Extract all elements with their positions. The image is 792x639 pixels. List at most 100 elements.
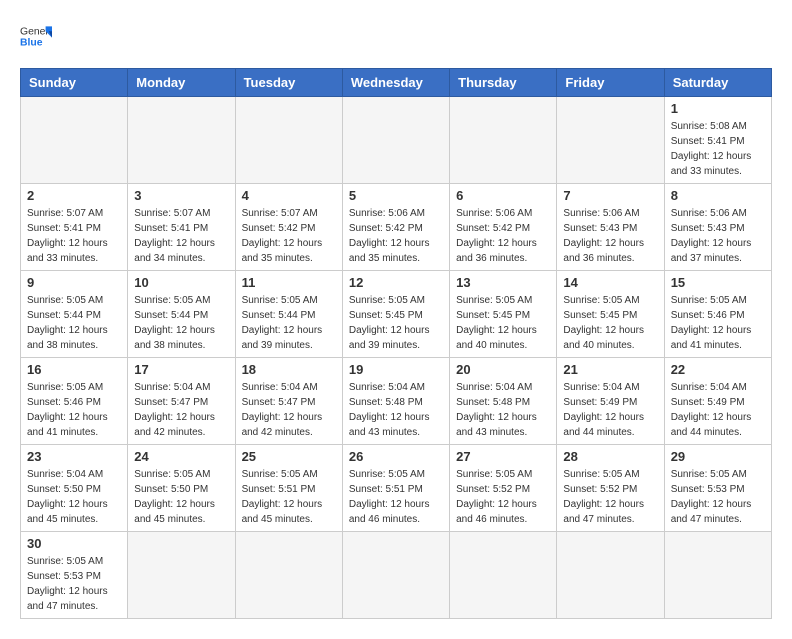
day-info: Sunrise: 5:07 AMSunset: 5:41 PMDaylight:… — [134, 206, 228, 266]
calendar-cell — [557, 97, 664, 184]
weekday-header: Saturday — [664, 69, 771, 97]
calendar-cell: 22 Sunrise: 5:04 AMSunset: 5:49 PMDayligh… — [664, 358, 771, 445]
calendar-cell: 3 Sunrise: 5:07 AMSunset: 5:41 PMDaylight… — [128, 184, 235, 271]
weekday-header: Wednesday — [342, 69, 449, 97]
calendar-week-row: 9 Sunrise: 5:05 AMSunset: 5:44 PMDaylight… — [21, 271, 772, 358]
day-number: 6 — [456, 188, 550, 203]
calendar-cell: 1Sunrise: 5:08 AMSunset: 5:41 PMDaylight… — [664, 97, 771, 184]
weekday-header: Thursday — [450, 69, 557, 97]
day-info: Sunrise: 5:06 AMSunset: 5:43 PMDaylight:… — [563, 206, 657, 266]
day-info: Sunrise: 5:05 AMSunset: 5:46 PMDaylight:… — [27, 380, 121, 440]
day-number: 30 — [27, 536, 121, 551]
day-info: Sunrise: 5:04 AMSunset: 5:48 PMDaylight:… — [456, 380, 550, 440]
day-number: 18 — [242, 362, 336, 377]
day-number: 20 — [456, 362, 550, 377]
calendar-week-row: 23 Sunrise: 5:04 AMSunset: 5:50 PMDayligh… — [21, 445, 772, 532]
day-number: 10 — [134, 275, 228, 290]
day-number: 9 — [27, 275, 121, 290]
day-info: Sunrise: 5:05 AMSunset: 5:44 PMDaylight:… — [242, 293, 336, 353]
day-number: 7 — [563, 188, 657, 203]
day-info: Sunrise: 5:04 AMSunset: 5:47 PMDaylight:… — [134, 380, 228, 440]
calendar-cell: 7 Sunrise: 5:06 AMSunset: 5:43 PMDaylight… — [557, 184, 664, 271]
calendar-cell: 6 Sunrise: 5:06 AMSunset: 5:42 PMDaylight… — [450, 184, 557, 271]
calendar-cell — [21, 97, 128, 184]
day-number: 23 — [27, 449, 121, 464]
calendar-cell: 25 Sunrise: 5:05 AMSunset: 5:51 PMDayligh… — [235, 445, 342, 532]
calendar-cell: 12 Sunrise: 5:05 AMSunset: 5:45 PMDayligh… — [342, 271, 449, 358]
day-info: Sunrise: 5:05 AMSunset: 5:44 PMDaylight:… — [134, 293, 228, 353]
calendar-cell: 5Sunrise: 5:06 AMSunset: 5:42 PMDaylight… — [342, 184, 449, 271]
day-info: Sunrise: 5:04 AMSunset: 5:48 PMDaylight:… — [349, 380, 443, 440]
day-number: 21 — [563, 362, 657, 377]
calendar-cell: 13 Sunrise: 5:05 AMSunset: 5:45 PMDayligh… — [450, 271, 557, 358]
day-info: Sunrise: 5:05 AMSunset: 5:50 PMDaylight:… — [134, 467, 228, 527]
calendar-week-row: 16 Sunrise: 5:05 AMSunset: 5:46 PMDayligh… — [21, 358, 772, 445]
day-info: Sunrise: 5:04 AMSunset: 5:50 PMDaylight:… — [27, 467, 121, 527]
day-number: 29 — [671, 449, 765, 464]
calendar-cell: 18Sunrise: 5:04 AMSunset: 5:47 PMDayligh… — [235, 358, 342, 445]
day-number: 3 — [134, 188, 228, 203]
day-number: 27 — [456, 449, 550, 464]
day-info: Sunrise: 5:07 AMSunset: 5:41 PMDaylight:… — [27, 206, 121, 266]
day-info: Sunrise: 5:08 AMSunset: 5:41 PMDaylight:… — [671, 119, 765, 179]
day-info: Sunrise: 5:05 AMSunset: 5:45 PMDaylight:… — [349, 293, 443, 353]
calendar-cell — [128, 97, 235, 184]
calendar-table: SundayMondayTuesdayWednesdayThursdayFrid… — [20, 68, 772, 619]
day-number: 2 — [27, 188, 121, 203]
day-info: Sunrise: 5:05 AMSunset: 5:52 PMDaylight:… — [563, 467, 657, 527]
calendar-cell — [235, 532, 342, 619]
day-number: 16 — [27, 362, 121, 377]
calendar-cell: 27Sunrise: 5:05 AMSunset: 5:52 PMDayligh… — [450, 445, 557, 532]
weekday-header: Friday — [557, 69, 664, 97]
day-number: 25 — [242, 449, 336, 464]
day-info: Sunrise: 5:05 AMSunset: 5:46 PMDaylight:… — [671, 293, 765, 353]
day-info: Sunrise: 5:06 AMSunset: 5:42 PMDaylight:… — [456, 206, 550, 266]
calendar-cell: 2 Sunrise: 5:07 AMSunset: 5:41 PMDaylight… — [21, 184, 128, 271]
day-info: Sunrise: 5:04 AMSunset: 5:49 PMDaylight:… — [563, 380, 657, 440]
weekday-header-row: SundayMondayTuesdayWednesdayThursdayFrid… — [21, 69, 772, 97]
day-number: 12 — [349, 275, 443, 290]
calendar-cell — [557, 532, 664, 619]
day-info: Sunrise: 5:06 AMSunset: 5:42 PMDaylight:… — [349, 206, 443, 266]
calendar-cell — [342, 532, 449, 619]
day-number: 11 — [242, 275, 336, 290]
day-info: Sunrise: 5:05 AMSunset: 5:45 PMDaylight:… — [563, 293, 657, 353]
day-info: Sunrise: 5:05 AMSunset: 5:53 PMDaylight:… — [671, 467, 765, 527]
day-info: Sunrise: 5:04 AMSunset: 5:49 PMDaylight:… — [671, 380, 765, 440]
calendar-cell: 17 Sunrise: 5:04 AMSunset: 5:47 PMDayligh… — [128, 358, 235, 445]
calendar-cell — [128, 532, 235, 619]
day-number: 26 — [349, 449, 443, 464]
page-header: General Blue — [20, 20, 772, 52]
calendar-cell: 29 Sunrise: 5:05 AMSunset: 5:53 PMDayligh… — [664, 445, 771, 532]
day-number: 28 — [563, 449, 657, 464]
day-number: 8 — [671, 188, 765, 203]
logo-icon: General Blue — [20, 20, 52, 52]
day-info: Sunrise: 5:05 AMSunset: 5:51 PMDaylight:… — [242, 467, 336, 527]
calendar-cell — [235, 97, 342, 184]
calendar-cell — [664, 532, 771, 619]
weekday-header: Sunday — [21, 69, 128, 97]
day-number: 22 — [671, 362, 765, 377]
calendar-cell: 10 Sunrise: 5:05 AMSunset: 5:44 PMDayligh… — [128, 271, 235, 358]
calendar-cell: 26Sunrise: 5:05 AMSunset: 5:51 PMDayligh… — [342, 445, 449, 532]
day-number: 13 — [456, 275, 550, 290]
day-number: 14 — [563, 275, 657, 290]
day-number: 4 — [242, 188, 336, 203]
logo: General Blue — [20, 20, 52, 52]
calendar-cell: 28 Sunrise: 5:05 AMSunset: 5:52 PMDayligh… — [557, 445, 664, 532]
calendar-week-row: 30Sunrise: 5:05 AMSunset: 5:53 PMDayligh… — [21, 532, 772, 619]
weekday-header: Tuesday — [235, 69, 342, 97]
calendar-cell: 9Sunrise: 5:05 AMSunset: 5:44 PMDaylight… — [21, 271, 128, 358]
calendar-cell — [450, 97, 557, 184]
calendar-week-row: 1Sunrise: 5:08 AMSunset: 5:41 PMDaylight… — [21, 97, 772, 184]
calendar-cell: 11 Sunrise: 5:05 AMSunset: 5:44 PMDayligh… — [235, 271, 342, 358]
day-info: Sunrise: 5:05 AMSunset: 5:45 PMDaylight:… — [456, 293, 550, 353]
day-number: 17 — [134, 362, 228, 377]
day-number: 15 — [671, 275, 765, 290]
calendar-cell: 21 Sunrise: 5:04 AMSunset: 5:49 PMDayligh… — [557, 358, 664, 445]
calendar-cell: 20 Sunrise: 5:04 AMSunset: 5:48 PMDayligh… — [450, 358, 557, 445]
calendar-cell: 16 Sunrise: 5:05 AMSunset: 5:46 PMDayligh… — [21, 358, 128, 445]
svg-text:Blue: Blue — [20, 38, 43, 49]
day-number: 24 — [134, 449, 228, 464]
calendar-cell: 23 Sunrise: 5:04 AMSunset: 5:50 PMDayligh… — [21, 445, 128, 532]
